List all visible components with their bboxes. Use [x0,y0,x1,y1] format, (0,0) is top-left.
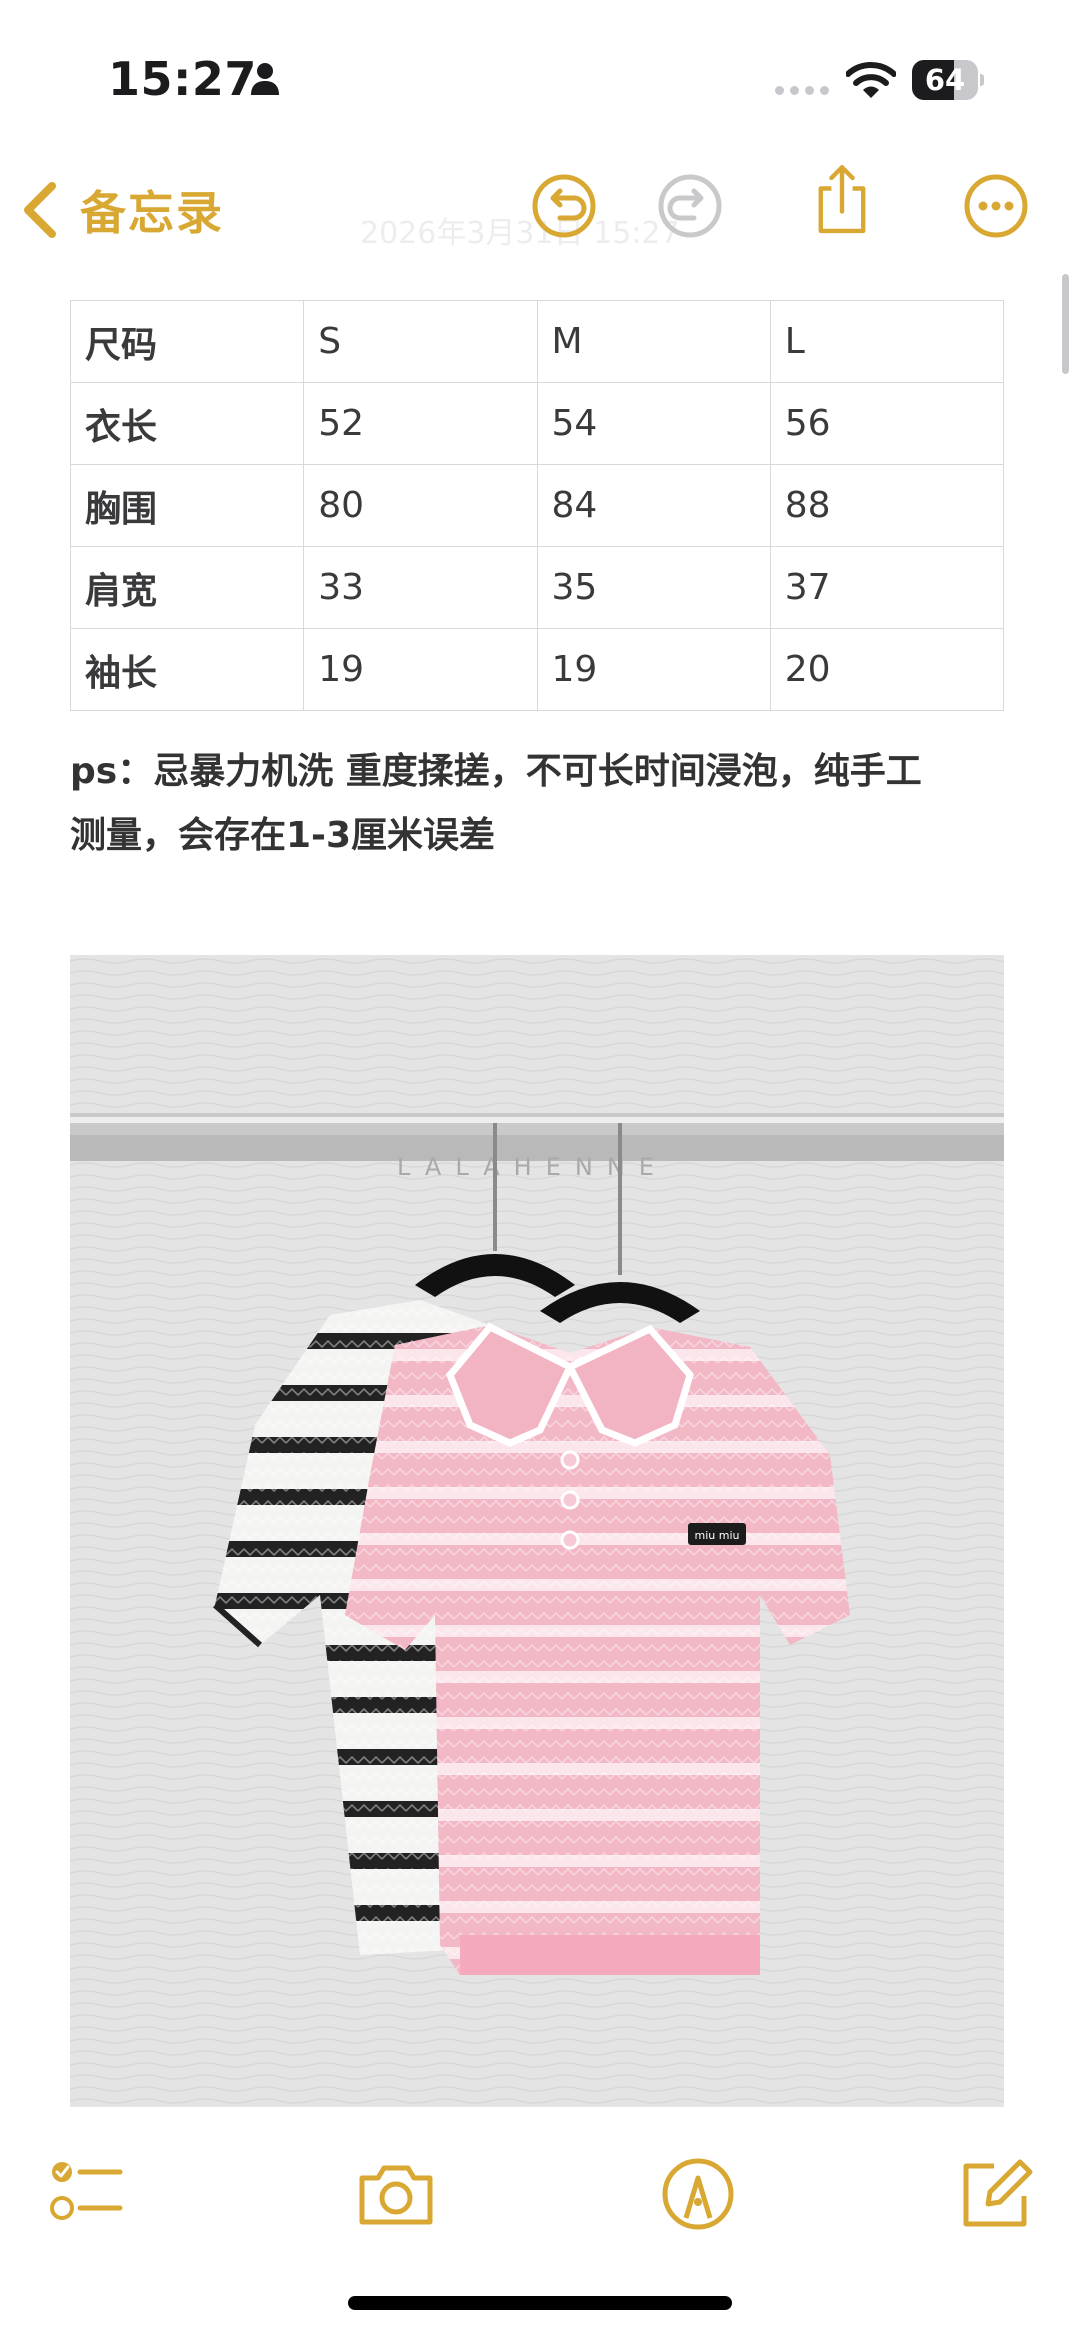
bottom-toolbar [0,2120,1080,2280]
table-cell: 52 [303,382,538,465]
back-label: 备忘录 [80,186,224,240]
redo-button[interactable] [652,168,728,244]
table-cell: S [303,300,538,383]
table-row: 肩宽 33 35 37 [69,546,1005,629]
table-cell: M [536,300,771,383]
table-cell: 54 [536,382,771,465]
photo-watermark: LALAHENNE [397,1153,668,1181]
checklist-icon[interactable] [44,2152,128,2236]
table-cell: 肩宽 [69,546,305,629]
table-cell: 84 [536,464,771,547]
share-button[interactable] [804,162,880,238]
battery-level: 64 [924,63,966,97]
nav-bar: 备忘录 2026年3月31日 15:27 [0,150,1080,290]
table-cell: 19 [536,628,771,711]
table-row: 袖长 19 19 20 [69,628,1005,711]
home-indicator[interactable] [348,2296,732,2310]
note-timestamp: 2026年3月31日 15:27 [360,216,680,251]
care-note[interactable]: ps：忌暴力机洗 重度揉搓，不可长时间浸泡，纯手工 测量，会存在1-3厘米误差 [70,740,1010,868]
table-cell: 56 [769,382,1005,465]
table-row: 胸围 80 84 88 [69,464,1005,547]
person-icon [251,63,279,95]
table-cell: L [769,300,1005,383]
table-cell: 19 [303,628,538,711]
table-cell: 袖长 [69,628,305,711]
table-cell: 80 [303,464,538,547]
table-cell: 33 [303,546,538,629]
compose-icon[interactable] [954,2152,1038,2236]
battery-indicator: 64 [912,60,984,100]
table-cell: 20 [769,628,1005,711]
camera-icon[interactable] [354,2152,438,2236]
table-cell: 37 [769,546,1005,629]
logo-patch-text: miu miu [695,1529,740,1542]
wifi-icon [846,62,896,98]
care-note-line: ps：忌暴力机洗 重度揉搓，不可长时间浸泡，纯手工 [70,751,922,792]
table-row: 尺码 S M L [69,300,1005,383]
back-button[interactable]: 备忘录 [20,170,224,250]
more-button[interactable] [958,168,1034,244]
status-bar: 15:27 64 [0,0,1080,150]
cellular-signal-icon [775,86,831,96]
chevron-left-icon [24,182,56,238]
undo-button[interactable] [526,168,602,244]
table-cell: 35 [536,546,771,629]
size-table: 尺码 S M L 衣长 52 54 56 胸围 80 84 88 肩宽 33 3… [69,300,1005,711]
status-time: 15:27 [108,52,257,106]
product-photo-illustration: LALAHENNE miu miu [70,955,1004,2107]
markup-icon[interactable] [656,2152,740,2236]
table-cell: 尺码 [69,300,305,383]
product-photo[interactable]: LALAHENNE miu miu [70,955,1004,2107]
table-cell: 衣长 [69,382,305,465]
scroll-indicator[interactable] [1062,274,1069,374]
table-cell: 胸围 [69,464,305,547]
table-cell: 88 [769,464,1005,547]
table-row: 衣长 52 54 56 [69,382,1005,465]
care-note-line: 测量，会存在1-3厘米误差 [70,815,496,856]
